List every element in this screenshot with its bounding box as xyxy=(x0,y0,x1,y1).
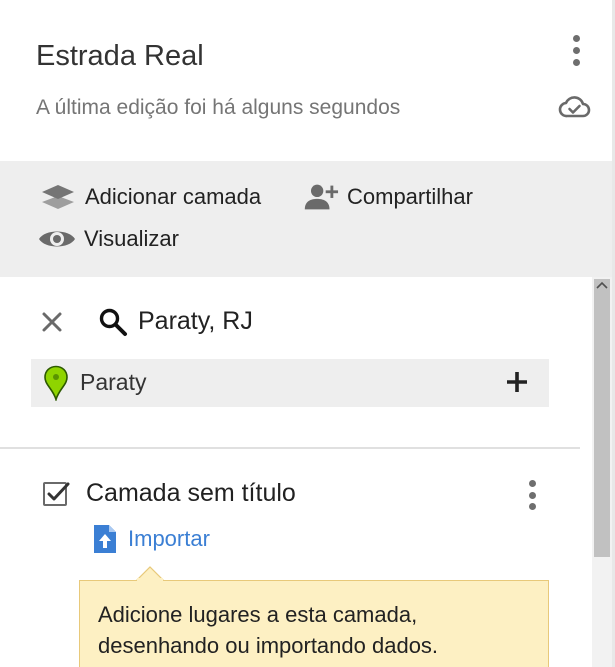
layers-icon xyxy=(39,181,77,213)
panel-header: Estrada Real A última edição foi há algu… xyxy=(0,0,612,161)
scrollbar-thumb[interactable] xyxy=(594,279,610,557)
tooltip-pointer-join xyxy=(137,578,163,582)
cloud-done-icon xyxy=(558,96,591,118)
eye-icon xyxy=(38,223,76,255)
file-upload-icon xyxy=(94,525,116,553)
map-side-panel: Estrada Real A última edição foi há algu… xyxy=(0,0,612,667)
import-label: Importar xyxy=(128,526,210,551)
import-link[interactable]: Importar xyxy=(92,524,210,554)
add-layer-button[interactable]: Adicionar camada xyxy=(39,181,261,213)
share-button[interactable]: Compartilhar xyxy=(301,181,473,213)
scroll-up-arrow-icon[interactable] xyxy=(596,280,608,290)
layer-visibility-checkbox[interactable] xyxy=(42,480,70,508)
search-query[interactable]: Paraty, RJ xyxy=(138,307,253,336)
last-edit-status: A última edição foi há alguns segundos xyxy=(36,96,401,119)
tooltip-text: Adicione lugares a esta camada, desenhan… xyxy=(98,602,439,658)
preview-button[interactable]: Visualizar xyxy=(38,223,179,255)
add-to-map-icon[interactable] xyxy=(505,370,529,394)
layer-toolbar xyxy=(0,161,612,277)
more-vert-icon[interactable] xyxy=(564,31,588,70)
add-layer-label: Adicionar camada xyxy=(85,184,262,209)
map-title[interactable]: Estrada Real xyxy=(36,40,204,73)
close-icon[interactable] xyxy=(40,310,64,334)
preview-label: Visualizar xyxy=(84,226,179,251)
map-pin-icon xyxy=(44,365,68,401)
section-divider xyxy=(0,447,580,449)
layer-options-icon[interactable] xyxy=(520,476,544,514)
layer-title[interactable]: Camada sem título xyxy=(86,479,296,508)
search-result-label: Paraty xyxy=(80,369,147,395)
search-icon xyxy=(99,308,127,336)
search-result-item[interactable]: Paraty xyxy=(31,359,549,407)
layer-hint-tooltip: Adicione lugares a esta camada, desenhan… xyxy=(79,580,549,667)
share-label: Compartilhar xyxy=(347,184,473,209)
person-add-icon xyxy=(301,181,339,213)
